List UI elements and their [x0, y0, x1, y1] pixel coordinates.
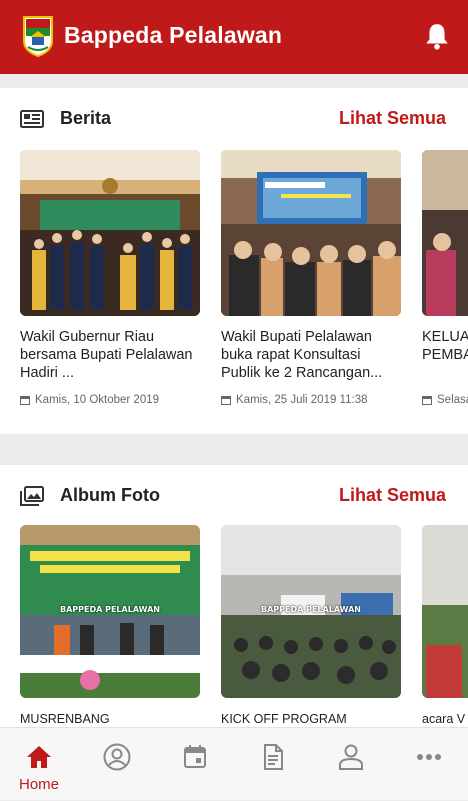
news-card-title: KELUARAN BADAN PEMBANGUNAN: [422, 329, 468, 363]
newspaper-icon: [20, 110, 44, 128]
app-bar: Bappeda Pelalawan: [0, 0, 468, 74]
news-card[interactable]: KELUARAN BADAN PEMBANGUNAN Selasa: [422, 150, 468, 406]
home-icon: [27, 746, 51, 768]
calendar-icon: [184, 745, 206, 768]
news-thumbnail: [422, 150, 468, 316]
news-card[interactable]: Wakil Gubernur Riau bersama Bupati Pelal…: [20, 150, 200, 406]
album-section: Album Foto Lihat Semua BAPPEDA PELALAWAN…: [0, 465, 468, 727]
album-thumbnail: BAPPEDA PELALAWAN: [221, 525, 401, 698]
album-watermark: BAPPEDA PELALAWAN: [261, 605, 361, 614]
news-section: Berita Lihat Semua Wakil Gubernur Riau b…: [0, 88, 468, 434]
album-card-label: MUSRENBANG: [20, 712, 110, 726]
bell-icon[interactable]: [424, 22, 450, 50]
news-card[interactable]: Wakil Bupati Pelalawan buka rapat Konsul…: [221, 150, 401, 406]
calendar-small-icon: [221, 396, 231, 405]
news-card-date-text: Kamis, 10 Oktober 2019: [35, 394, 160, 406]
nav-more[interactable]: [390, 728, 468, 801]
album-card[interactable]: BAPPEDA PELALAWAN KICK OFF PROGRAM: [221, 525, 401, 726]
news-title: Berita: [60, 108, 112, 128]
photo-album-icon: [20, 486, 44, 506]
bottom-navigation: Home: [0, 727, 468, 800]
document-icon: [264, 744, 283, 770]
news-thumbnail: [20, 150, 200, 316]
person-icon: [339, 744, 363, 770]
album-title: Album Foto: [60, 485, 160, 505]
news-card-date: Selasa: [422, 394, 468, 406]
news-card-date-text: Selasa: [437, 394, 468, 406]
nav-document[interactable]: [234, 728, 312, 801]
news-card-title: Wakil Bupati Pelalawan buka rapat Konsul…: [221, 329, 383, 381]
news-header: Berita Lihat Semua: [0, 88, 468, 150]
news-thumbnail: [221, 150, 401, 316]
news-card-date: Kamis, 25 Juli 2019 11:38: [221, 394, 401, 406]
news-card-title: Wakil Gubernur Riau bersama Bupati Pelal…: [20, 329, 193, 381]
album-card-label: KICK OFF PROGRAM: [221, 712, 347, 726]
news-see-all-link[interactable]: Lihat Semua: [339, 108, 446, 129]
nav-home[interactable]: Home: [0, 728, 78, 801]
album-header: Album Foto Lihat Semua: [0, 465, 468, 527]
album-card-label: acara V: [422, 712, 466, 726]
news-card-date-text: Kamis, 25 Juli 2019 11:38: [236, 394, 368, 406]
nav-profile[interactable]: [78, 728, 156, 801]
nav-calendar[interactable]: [156, 728, 234, 801]
profile-icon: [103, 743, 131, 771]
album-card[interactable]: acara V: [422, 525, 468, 726]
album-see-all-link[interactable]: Lihat Semua: [339, 485, 446, 506]
more-icon: [417, 754, 441, 760]
nav-person[interactable]: [312, 728, 390, 801]
bappeda-logo: [23, 16, 53, 57]
album-watermark: BAPPEDA PELALAWAN: [60, 605, 160, 614]
calendar-small-icon: [20, 396, 30, 405]
album-thumbnail: BAPPEDA PELALAWAN: [20, 525, 200, 698]
album-card[interactable]: BAPPEDA PELALAWAN MUSRENBANG: [20, 525, 200, 726]
app-title: Bappeda Pelalawan: [64, 22, 283, 48]
nav-home-label: Home: [18, 776, 59, 793]
album-thumbnail: [422, 525, 468, 698]
news-card-date: Kamis, 10 Oktober 2019: [20, 394, 200, 406]
calendar-small-icon: [422, 396, 432, 405]
